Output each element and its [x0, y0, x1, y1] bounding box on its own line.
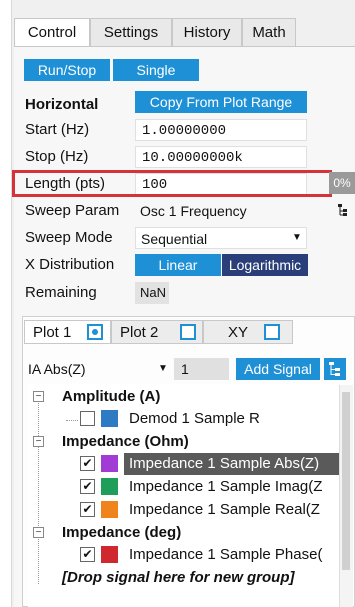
plot2-radio-icon[interactable] — [180, 324, 196, 340]
horizontal-heading: Horizontal — [25, 96, 99, 113]
top-tab-bar: Control Settings History Math — [14, 18, 355, 48]
copy-from-plot-range-button[interactable]: Copy From Plot Range — [135, 91, 307, 113]
stop-label: Stop (Hz) — [25, 148, 89, 165]
signal-phase[interactable]: Impedance 1 Sample Phase( — [129, 544, 322, 566]
signal-real-z[interactable]: Impedance 1 Sample Real(Z — [129, 499, 320, 521]
xy-tab-label: XY — [228, 324, 249, 341]
linear-button[interactable]: Linear — [135, 254, 221, 276]
xy-radio-icon[interactable] — [264, 324, 280, 340]
tree-guide — [38, 398, 39, 584]
tree-guide — [66, 420, 78, 421]
signal-index-field[interactable]: 1 — [174, 358, 229, 380]
left-edge-strip — [0, 0, 12, 607]
tree-view-icon[interactable] — [324, 358, 346, 380]
stop-field[interactable]: 10.00000000k — [135, 146, 307, 168]
color-swatch — [101, 546, 118, 563]
checkbox-phase[interactable]: ✔ — [80, 547, 95, 562]
sweep-param-select[interactable]: Osc 1 Frequency — [135, 200, 307, 222]
x-distribution-label: X Distribution — [25, 256, 115, 273]
drop-target[interactable]: [Drop signal here for new group] — [62, 567, 295, 589]
sweep-mode-select[interactable]: Sequential — [135, 227, 307, 249]
group-impedance-deg[interactable]: Impedance (deg) — [62, 522, 181, 544]
color-swatch — [101, 478, 118, 495]
signal-abs-z[interactable]: Impedance 1 Sample Abs(Z) — [129, 453, 319, 475]
add-signal-button[interactable]: Add Signal — [236, 358, 320, 380]
sweep-progress-indicator: 0% — [329, 172, 355, 194]
start-label: Start (Hz) — [25, 121, 90, 138]
collapse-icon[interactable]: − — [33, 391, 44, 402]
single-button[interactable]: Single — [113, 59, 199, 81]
collapse-icon[interactable]: − — [33, 436, 44, 447]
run-stop-button[interactable]: Run/Stop — [24, 59, 110, 81]
group-amplitude[interactable]: Amplitude (A) — [62, 386, 160, 408]
plot1-radio-icon[interactable] — [87, 324, 103, 340]
signal-demod-r[interactable]: Demod 1 Sample R — [129, 408, 260, 430]
tree-icon[interactable] — [337, 203, 349, 217]
checkbox-imag-z[interactable]: ✔ — [80, 479, 95, 494]
color-swatch — [101, 455, 118, 472]
signal-imag-z[interactable]: Impedance 1 Sample Imag(Z — [129, 476, 322, 498]
tab-history[interactable]: History — [172, 18, 242, 46]
signal-select[interactable]: IA Abs(Z) — [28, 358, 172, 380]
sweep-mode-label: Sweep Mode — [25, 229, 113, 246]
plot1-tab-label: Plot 1 — [33, 324, 72, 341]
checkbox-abs-z[interactable]: ✔ — [80, 456, 95, 471]
plot2-tab-label: Plot 2 — [120, 324, 159, 341]
sweep-param-label: Sweep Param — [25, 202, 120, 219]
checkbox-demod-r[interactable] — [80, 411, 95, 426]
group-impedance-ohm[interactable]: Impedance (Ohm) — [62, 431, 189, 453]
tab-control[interactable]: Control — [14, 18, 90, 48]
tab-settings[interactable]: Settings — [90, 18, 172, 46]
chevron-down-icon[interactable]: ▼ — [158, 363, 168, 374]
remaining-value: NaN — [135, 282, 169, 304]
chevron-down-icon[interactable]: ▼ — [292, 232, 302, 243]
start-field[interactable]: 1.00000000 — [135, 119, 307, 141]
collapse-icon[interactable]: − — [33, 527, 44, 538]
scrollbar-thumb[interactable] — [342, 392, 350, 570]
highlight-box — [12, 170, 332, 197]
logarithmic-button[interactable]: Logarithmic — [222, 254, 308, 276]
color-swatch — [101, 410, 118, 427]
tab-math[interactable]: Math — [242, 18, 296, 46]
remaining-label: Remaining — [25, 284, 97, 301]
checkbox-real-z[interactable]: ✔ — [80, 502, 95, 517]
color-swatch — [101, 501, 118, 518]
